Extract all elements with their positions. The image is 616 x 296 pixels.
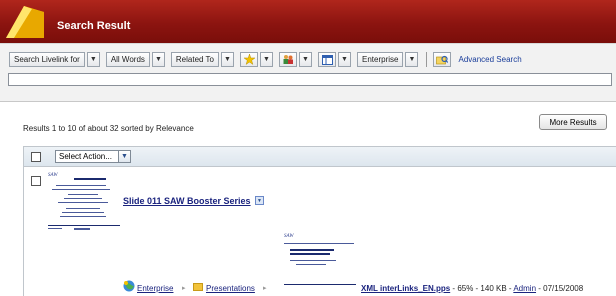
toolbar-row: Search Livelink for ▼ All Words ▼ Relate… (9, 51, 522, 68)
result-size-info: - 65% - 140 KB - (450, 284, 514, 293)
result-metadata: XML interLinks_EN.pps - 65% - 140 KB - A… (361, 284, 583, 293)
saw-logo: SAW (284, 234, 294, 239)
chevron-down-icon[interactable]: ▼ (118, 150, 131, 163)
chevron-down-icon[interactable]: ▼ (86, 52, 100, 67)
results-summary: Results 1 to 10 of about 32 sorted by Re… (23, 124, 194, 133)
thumb-line (48, 225, 120, 226)
thumb-line (284, 243, 354, 244)
search-input[interactable] (8, 73, 612, 86)
thumb-line (48, 228, 62, 229)
people-icon[interactable] (279, 52, 298, 67)
author-link[interactable]: Admin (513, 284, 536, 293)
thumb-line (64, 198, 102, 199)
thumb-line (290, 253, 330, 255)
related-dropdown[interactable]: Related To (170, 52, 220, 67)
thumb-line (66, 208, 100, 209)
thumb-line (296, 264, 326, 265)
thumb-line (74, 228, 90, 230)
breadcrumb-enterprise[interactable]: Enterprise (137, 284, 173, 293)
breadcrumb-separator-icon: ▸ (263, 285, 267, 292)
result-title-link[interactable]: Slide 011 SAW Booster Series (123, 196, 251, 206)
thumb-line (290, 249, 334, 251)
chevron-down-icon[interactable]: ▼ (338, 52, 352, 67)
slice-dropdown[interactable]: Enterprise (357, 52, 404, 67)
folder-icon (193, 283, 203, 291)
file-name-link[interactable]: XML interLinks_EN.pps (361, 284, 450, 293)
search-toolbar: Search Livelink for ▼ All Words ▼ Relate… (0, 43, 616, 102)
chevron-down-icon[interactable]: ▼ (151, 52, 165, 67)
star-icon[interactable] (240, 52, 259, 67)
thumb-line (284, 284, 356, 285)
enterprise-globe-icon (123, 280, 135, 292)
breadcrumb-separator-icon: ▸ (182, 285, 186, 292)
thumb-line (60, 216, 106, 217)
livelink-logo-icon (6, 6, 44, 38)
functions-menu-icon[interactable]: ▼ (255, 196, 264, 205)
select-all-checkbox[interactable] (31, 152, 41, 162)
thumb-line (58, 202, 108, 203)
toolbar-divider (426, 52, 428, 67)
chevron-down-icon[interactable]: ▼ (405, 52, 419, 67)
thumb-line (56, 185, 106, 186)
advanced-search-icon[interactable] (433, 52, 452, 67)
advanced-search-link[interactable]: Advanced Search (458, 55, 521, 64)
thumb-line (74, 178, 106, 180)
page-title: Search Result (57, 20, 131, 32)
words-mode-dropdown[interactable]: All Words (105, 52, 150, 67)
header-bar: Search Result (0, 0, 616, 43)
thumb-line (62, 212, 104, 213)
slide-thumbnail[interactable]: SAW (282, 234, 358, 286)
columns-icon[interactable] (318, 52, 337, 67)
saw-logo: SAW (48, 173, 58, 178)
breadcrumb-presentations[interactable]: Presentations (206, 284, 255, 293)
thumb-line (68, 194, 98, 195)
chevron-down-icon[interactable]: ▼ (299, 52, 313, 67)
slide-thumbnail[interactable]: SAW (46, 173, 122, 231)
thumb-line (52, 189, 110, 190)
result-checkbox[interactable] (31, 176, 41, 186)
more-results-button[interactable]: More Results (539, 114, 607, 130)
results-summary-bar (0, 101, 616, 145)
chevron-down-icon[interactable]: ▼ (260, 52, 274, 67)
result-date: - 07/15/2008 (536, 284, 584, 293)
chevron-down-icon[interactable]: ▼ (221, 52, 235, 67)
search-scope-dropdown[interactable]: Search Livelink for (9, 52, 85, 67)
thumb-line (290, 260, 336, 261)
